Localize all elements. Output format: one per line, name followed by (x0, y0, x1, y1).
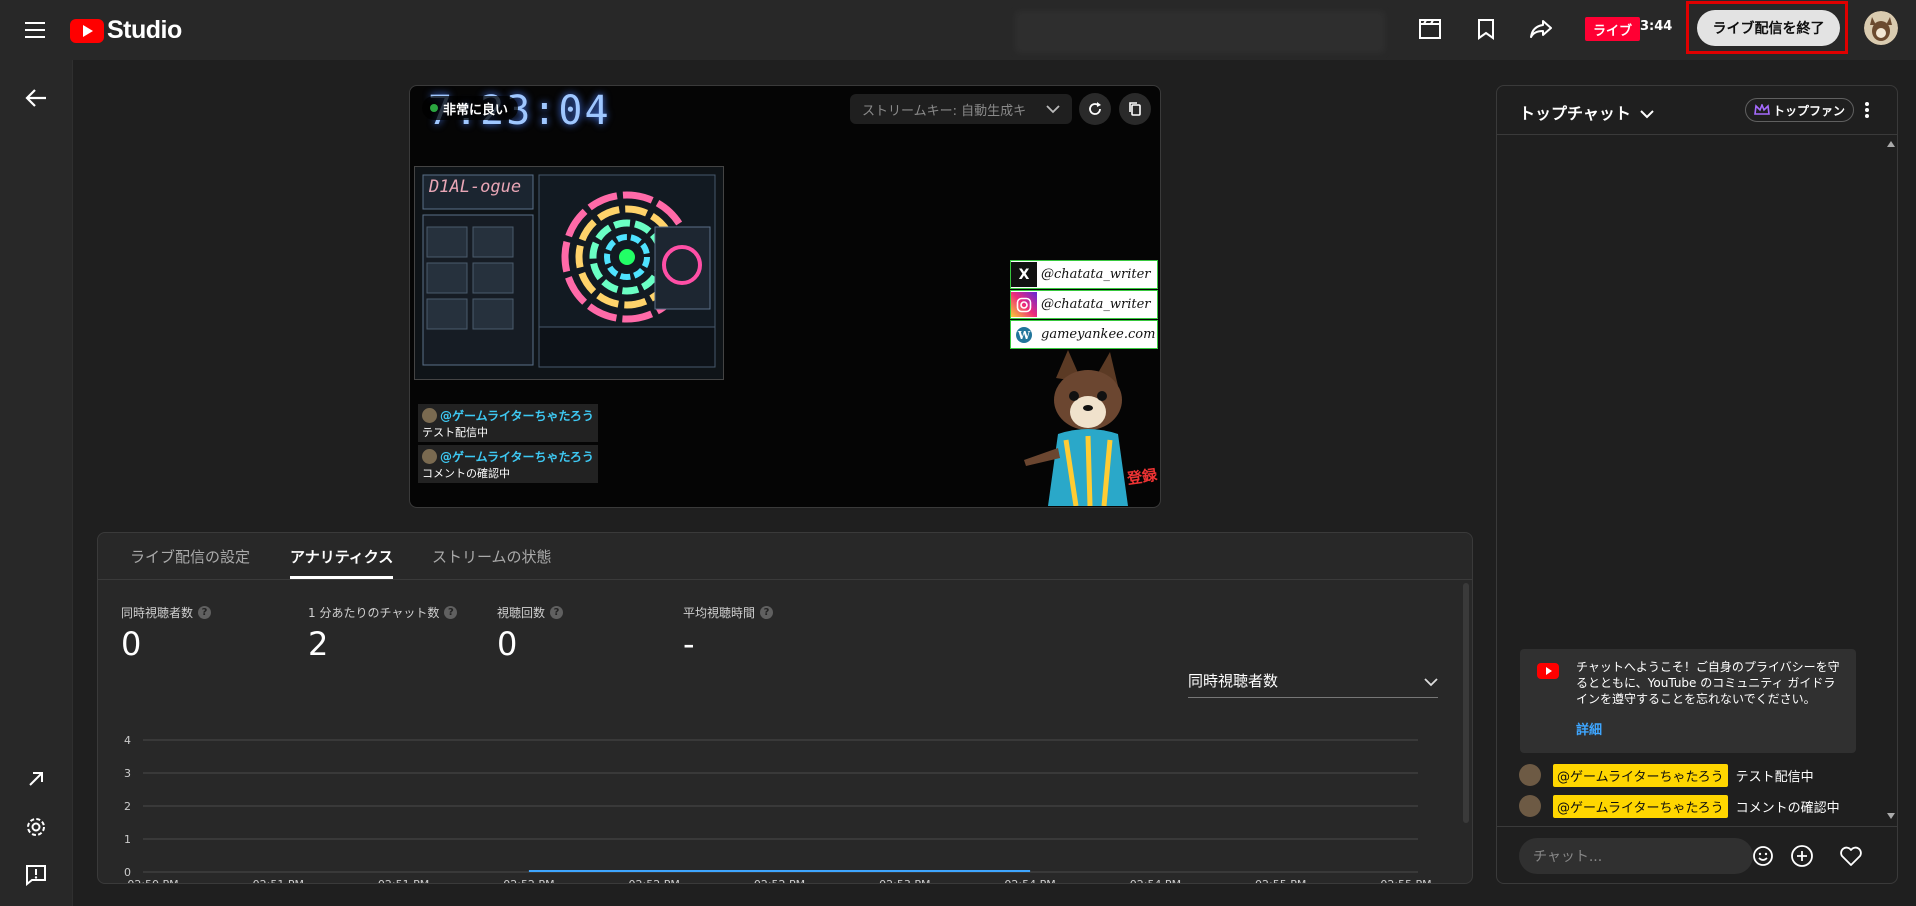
instagram-logo-icon (1011, 292, 1037, 317)
clapperboard-icon[interactable] (1415, 14, 1445, 44)
x-tick-label: 02:54 PM (1130, 878, 1181, 883)
stream-preview: 7:23:04 非常に良い ストリームキー: 自動生成キ D1AL-ogue X… (409, 85, 1161, 508)
x-tick-label: 02:52 PM (503, 878, 554, 883)
top-fan-label: トップファン (1773, 103, 1846, 118)
svg-text:登録: 登録 (1125, 466, 1158, 488)
x-tick-label: 02:50 PM (127, 878, 178, 883)
top-fan-chip[interactable]: トップファン (1745, 98, 1855, 122)
chat-message-text: コメントの確認中 (1735, 800, 1840, 816)
chat-mode-select[interactable]: トップチャット (1519, 100, 1655, 124)
chevron-down-icon (1046, 105, 1060, 114)
account-avatar[interactable] (1864, 11, 1898, 45)
feedback-icon[interactable] (20, 859, 52, 891)
x-tick-label: 02:53 PM (879, 878, 930, 883)
live-chat-panel: トップチャット トップファン チャットへようこそ！ご自身のプライバシーを守るとと… (1496, 85, 1898, 884)
social-x-handle: @chatata_writer (1041, 267, 1151, 282)
end-stream-button[interactable]: ライブ配信を終了 (1697, 10, 1840, 46)
live-elapsed-time: 3:44 (1640, 19, 1673, 34)
x-logo-icon: X (1011, 262, 1037, 287)
stream-key-label: ストリームキー: 自動生成キ (862, 103, 1027, 119)
chat-message: @ゲームライターちゃたろう コメントの確認中 (1519, 793, 1840, 819)
svg-text:W: W (1017, 329, 1031, 342)
add-icon[interactable] (1787, 841, 1817, 871)
emoji-icon[interactable] (1748, 841, 1778, 871)
social-x: X @chatata_writer (1010, 260, 1158, 289)
overlay-avatar (422, 449, 437, 464)
learn-more-link[interactable]: 詳細 (1576, 719, 1602, 738)
chevron-down-icon (1640, 110, 1655, 119)
overlay-comment-message: テスト配信中 (422, 426, 488, 439)
social-instagram-handle: @chatata_writer (1041, 297, 1151, 312)
youtube-logo-icon (1537, 663, 1559, 679)
stream-health-label: 非常に良い (443, 102, 509, 118)
crown-icon (1754, 104, 1770, 115)
chat-title: トップチャット (1519, 104, 1631, 123)
studio-logo[interactable]: Studio (70, 16, 182, 45)
scroll-down-icon[interactable] (1887, 812, 1895, 820)
search-bar-blurred[interactable] (1015, 11, 1385, 53)
youtube-logo-icon (70, 18, 104, 43)
health-dot-icon (430, 104, 438, 112)
chat-input-placeholder: チャット... (1533, 849, 1603, 865)
x-tick-label: 02:51 PM (253, 878, 304, 883)
stream-key-select[interactable]: ストリームキー: 自動生成キ (850, 94, 1072, 124)
brand-text: Studio (107, 16, 182, 44)
chat-avatar[interactable] (1519, 764, 1541, 786)
menu-icon[interactable] (20, 14, 52, 46)
wordpress-logo-icon: W (1011, 322, 1037, 347)
scroll-up-icon[interactable] (1887, 140, 1895, 148)
x-tick-label: 02:55 PM (1255, 878, 1306, 883)
copy-button[interactable] (1119, 93, 1151, 125)
top-bar: Studio ライブ 3:44 ライブ配信を終了 (0, 0, 1916, 60)
stream-health-chip: 非常に良い (422, 96, 519, 120)
overlay-comment: @ゲームライターちゃたろう テスト配信中 (418, 404, 598, 442)
chat-author[interactable]: @ゲームライターちゃたろう (1553, 794, 1728, 818)
chat-author[interactable]: @ゲームライターちゃたろう (1553, 763, 1728, 787)
refresh-icon (1089, 102, 1101, 115)
external-link-icon[interactable] (20, 763, 52, 795)
chat-message: @ゲームライターちゃたろう テスト配信中 (1519, 762, 1814, 788)
social-website: gameyankee.com (1041, 327, 1156, 342)
analytics-panel: ライブ配信の設定 アナリティクス ストリームの状態 同時視聴者数? 0 1 分あ… (97, 532, 1473, 884)
overlay-comment-author: @ゲームライターちゃたろう (440, 450, 594, 464)
overlay-comment: @ゲームライターちゃたろう コメントの確認中 (418, 445, 598, 483)
chat-welcome-banner: チャットへようこそ！ご自身のプライバシーを守るとともに、YouTube のコミュ… (1520, 649, 1856, 753)
y-tick-label: 1 (124, 833, 131, 846)
social-overlay: X @chatata_writer @chatata_writer W game… (1010, 260, 1158, 349)
dog-mascot-icon: 登録 (1024, 350, 1158, 506)
chat-message-text: テスト配信中 (1735, 769, 1814, 785)
x-tick-label: 02:54 PM (1004, 878, 1055, 883)
y-tick-label: 2 (124, 800, 131, 813)
panel-scrollbar[interactable] (1463, 583, 1469, 823)
chat-header: トップチャット トップファン (1497, 86, 1897, 135)
game-title: D1AL-ogue (429, 177, 522, 197)
x-tick-label: 02:51 PM (378, 878, 429, 883)
y-tick-label: 4 (124, 734, 131, 747)
x-tick-label: 02:55 PM (1380, 878, 1431, 883)
overlay-comment-author: @ゲームライターちゃたろう (440, 409, 594, 423)
bookmark-icon[interactable] (1471, 14, 1501, 44)
welcome-message: チャットへようこそ！ご自身のプライバシーを守るとともに、YouTube のコミュ… (1576, 660, 1840, 706)
chat-avatar[interactable] (1519, 795, 1541, 817)
gear-icon[interactable] (20, 811, 52, 843)
analytics-chart: 0123402:50 PM02:51 PM02:51 PM02:52 PM02:… (124, 734, 1432, 883)
y-tick-label: 3 (124, 767, 131, 780)
live-badge: ライブ (1585, 17, 1641, 41)
back-arrow-icon[interactable] (20, 82, 52, 114)
social-instagram: @chatata_writer (1010, 290, 1158, 319)
social-wordpress: W gameyankee.com (1010, 320, 1158, 349)
copy-icon (1129, 102, 1141, 116)
game-capture: D1AL-ogue (414, 166, 724, 380)
left-sidebar (0, 60, 73, 906)
x-tick-label: 02:52 PM (629, 878, 680, 883)
more-options-icon[interactable] (1855, 98, 1879, 122)
refresh-button[interactable] (1079, 93, 1111, 125)
x-tick-label: 02:52 PM (754, 878, 805, 883)
overlay-comment-message: コメントの確認中 (422, 467, 510, 480)
overlay-avatar (422, 408, 437, 423)
heart-icon[interactable] (1836, 841, 1866, 871)
chat-input[interactable]: チャット... (1519, 838, 1753, 874)
share-icon[interactable] (1526, 14, 1556, 44)
